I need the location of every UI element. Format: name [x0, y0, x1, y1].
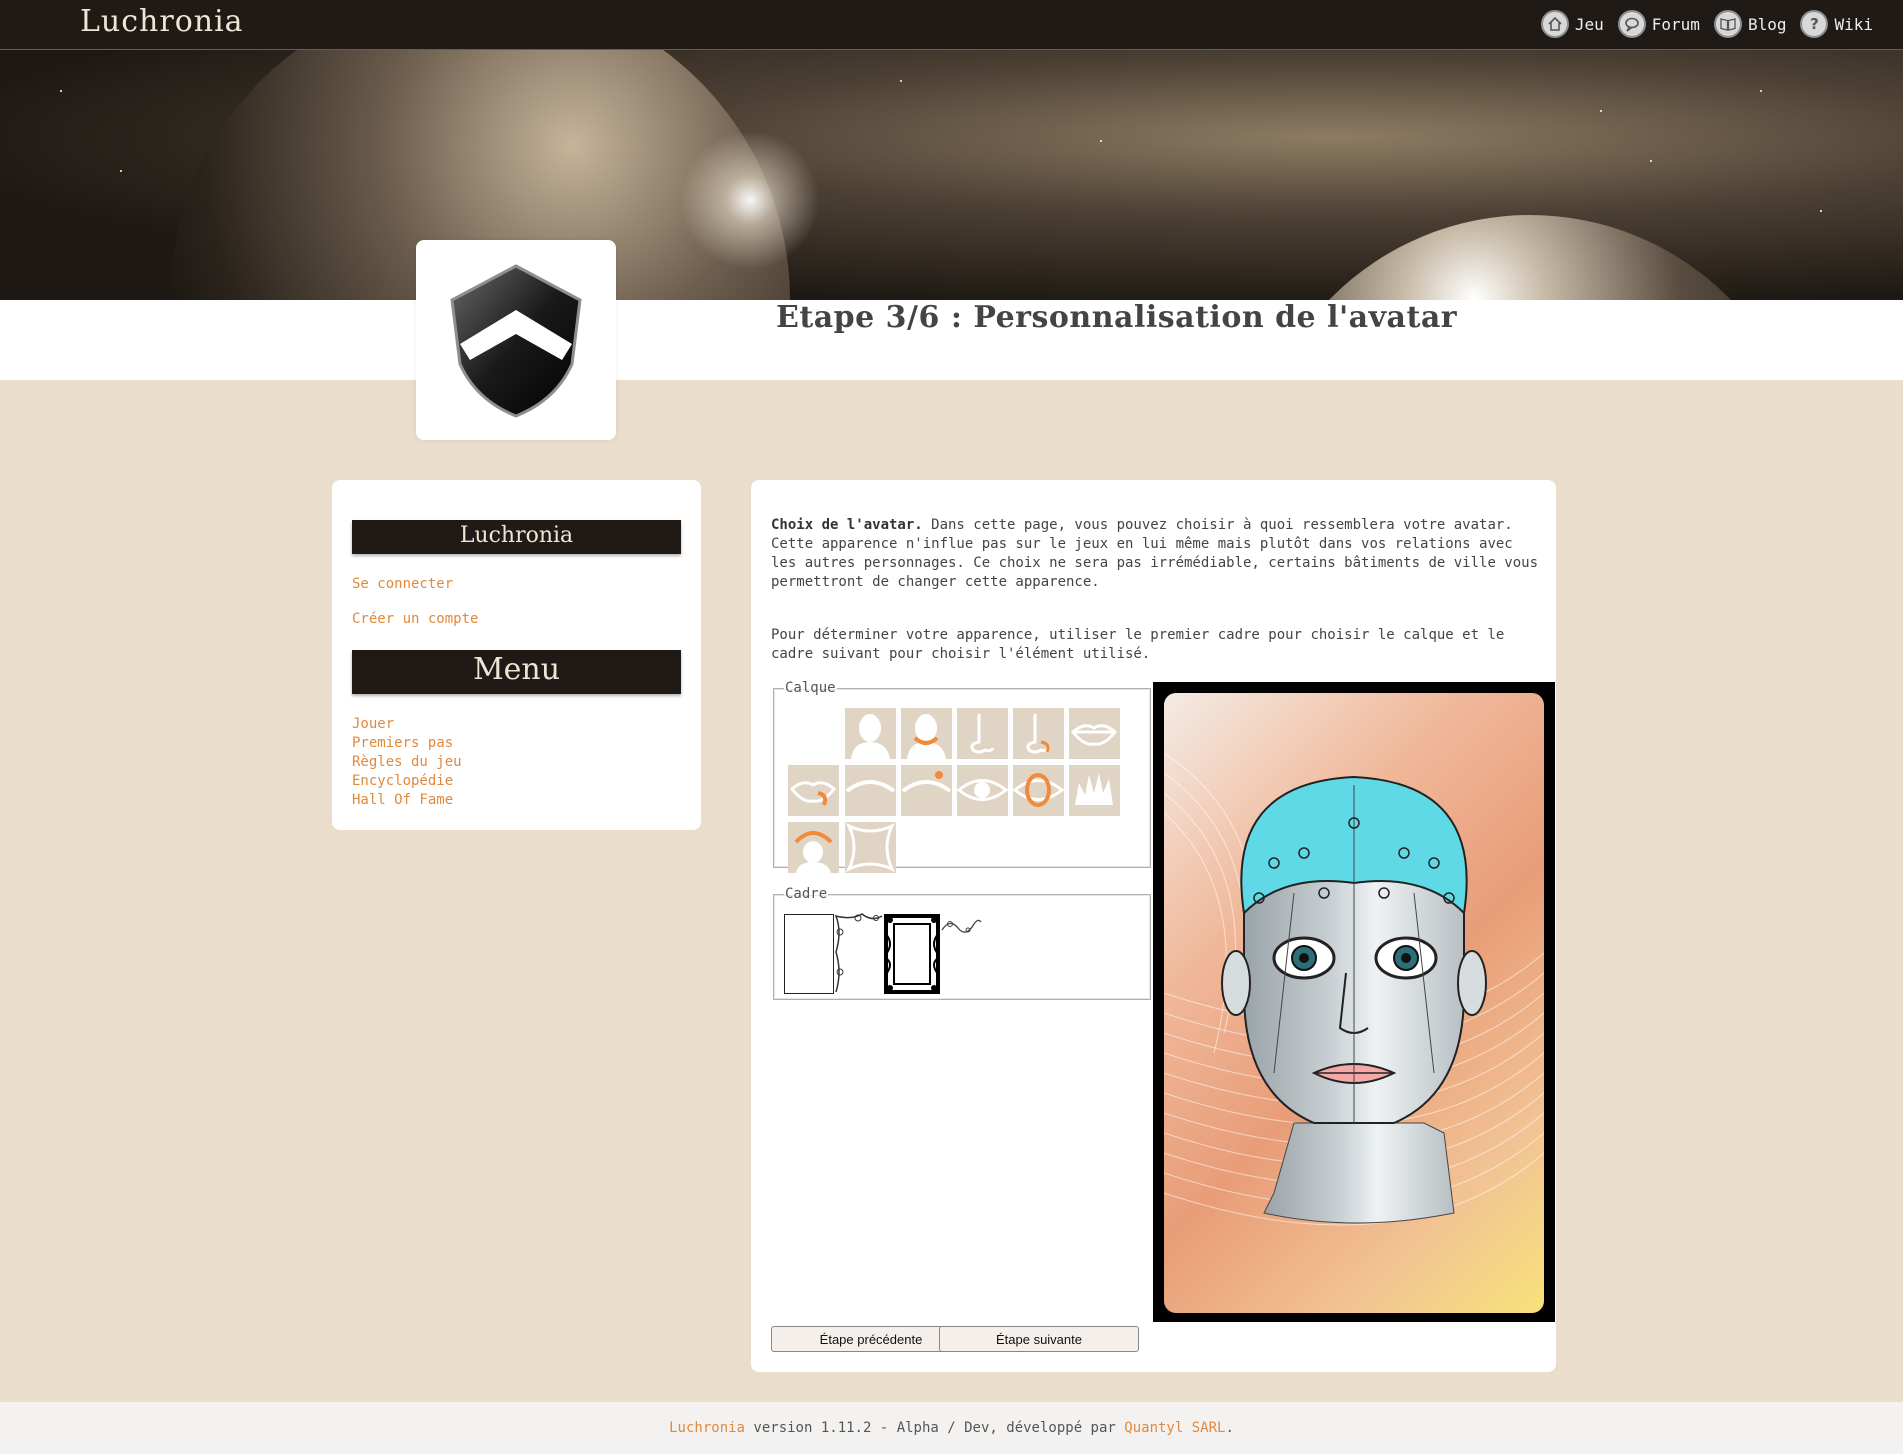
site-title[interactable]: Luchronia	[80, 4, 244, 39]
frame-option-vine[interactable]	[832, 912, 884, 994]
star	[1820, 210, 1822, 212]
star	[1600, 110, 1602, 112]
intro-bold: Choix de l'avatar.	[771, 517, 923, 533]
top-bar: Luchronia Jeu Forum Blog ? Wiki	[0, 0, 1903, 50]
menu-link-jouer[interactable]: Jouer	[352, 716, 394, 732]
intro-paragraph: Choix de l'avatar. Dans cette page, vous…	[771, 516, 1541, 592]
avatar-card	[1164, 693, 1544, 1313]
footer-version-text: version 1.11.2 - Alpha / Dev, développé …	[744, 1420, 1125, 1436]
layer-tile-head[interactable]	[845, 708, 896, 759]
menu-link-regles[interactable]: Règles du jeu	[352, 754, 462, 770]
emblem	[416, 240, 616, 440]
footer-brand-link[interactable]: Luchronia	[669, 1420, 745, 1436]
avatar-face-image	[1164, 752, 1544, 1226]
star	[60, 90, 62, 92]
page-title: Etape 3/6 : Personnalisation de l'avatar	[776, 300, 1458, 335]
menu-link-hall-of-fame[interactable]: Hall Of Fame	[352, 792, 453, 808]
star	[1760, 90, 1762, 92]
nav-jeu-label: Jeu	[1574, 14, 1604, 34]
layer-tile-head-hair[interactable]	[901, 708, 952, 759]
nav-blog[interactable]: Blog	[1713, 10, 1787, 38]
frame-option-ornate[interactable]	[884, 914, 940, 994]
planet-image	[1250, 215, 1810, 300]
star	[120, 170, 122, 172]
login-link[interactable]: Se connecter	[352, 576, 453, 592]
instructions-paragraph: Pour déterminer votre apparence, utilise…	[771, 627, 1505, 662]
layer-tile-brow[interactable]	[845, 765, 896, 816]
layer-tile-lips[interactable]	[1069, 708, 1120, 759]
book-icon	[1713, 10, 1742, 38]
layer-tile-eye-color[interactable]	[1013, 765, 1064, 816]
star	[900, 80, 902, 82]
layer-tile-nose-color[interactable]	[1013, 708, 1064, 759]
layer-tile-brow-color[interactable]	[901, 765, 952, 816]
layer-tile-eye[interactable]	[957, 765, 1008, 816]
home-icon	[1540, 10, 1569, 38]
layer-tile-empty[interactable]	[788, 708, 839, 759]
sidebar-section-title: Luchronia	[352, 520, 681, 554]
layer-tile-background[interactable]	[845, 822, 896, 873]
shield-icon	[450, 264, 582, 418]
top-nav: Jeu Forum Blog ? Wiki	[1540, 10, 1873, 38]
register-link[interactable]: Créer un compte	[352, 611, 478, 627]
nav-jeu[interactable]: Jeu	[1540, 10, 1604, 38]
main-panel: Choix de l'avatar. Dans cette page, vous…	[751, 480, 1556, 1372]
avatar-preview	[1153, 682, 1555, 1322]
layer-tile-nose[interactable]	[957, 708, 1008, 759]
layer-tile-hair[interactable]	[1069, 765, 1120, 816]
star	[1100, 140, 1102, 142]
footer: Luchronia version 1.11.2 - Alpha / Dev, …	[0, 1402, 1903, 1454]
light-flare	[680, 130, 820, 270]
star	[1650, 160, 1652, 162]
layer-tile-hair-color[interactable]	[788, 822, 839, 873]
frame-option-swirl[interactable]	[940, 914, 982, 944]
footer-company-link[interactable]: Quantyl SARL	[1124, 1420, 1225, 1436]
layer-fieldset: Calque	[773, 680, 1151, 873]
help-icon: ?	[1800, 10, 1829, 38]
nav-forum[interactable]: Forum	[1617, 10, 1700, 38]
nav-wiki[interactable]: ? Wiki	[1800, 10, 1873, 38]
nav-forum-label: Forum	[1651, 14, 1700, 34]
nav-wiki-label: Wiki	[1834, 14, 1873, 34]
nav-blog-label: Blog	[1747, 14, 1787, 34]
next-step-button[interactable]: Étape suivante	[939, 1326, 1139, 1352]
layer-tile-lips-color[interactable]	[788, 765, 839, 816]
frame-fieldset: Cadre	[773, 886, 1151, 1000]
chat-icon	[1617, 10, 1646, 38]
footer-end: .	[1225, 1420, 1234, 1436]
menu-link-premiers-pas[interactable]: Premiers pas	[352, 735, 453, 751]
sidebar: Luchronia Se connecter Créer un compte M…	[332, 480, 701, 830]
frame-option-plain[interactable]	[784, 914, 834, 994]
menu-link-encyclopedie[interactable]: Encyclopédie	[352, 773, 453, 789]
sidebar-menu-title: Menu	[352, 650, 681, 694]
layer-legend: Calque	[785, 680, 836, 696]
header-banner	[0, 50, 1903, 300]
frame-legend: Cadre	[785, 886, 828, 902]
